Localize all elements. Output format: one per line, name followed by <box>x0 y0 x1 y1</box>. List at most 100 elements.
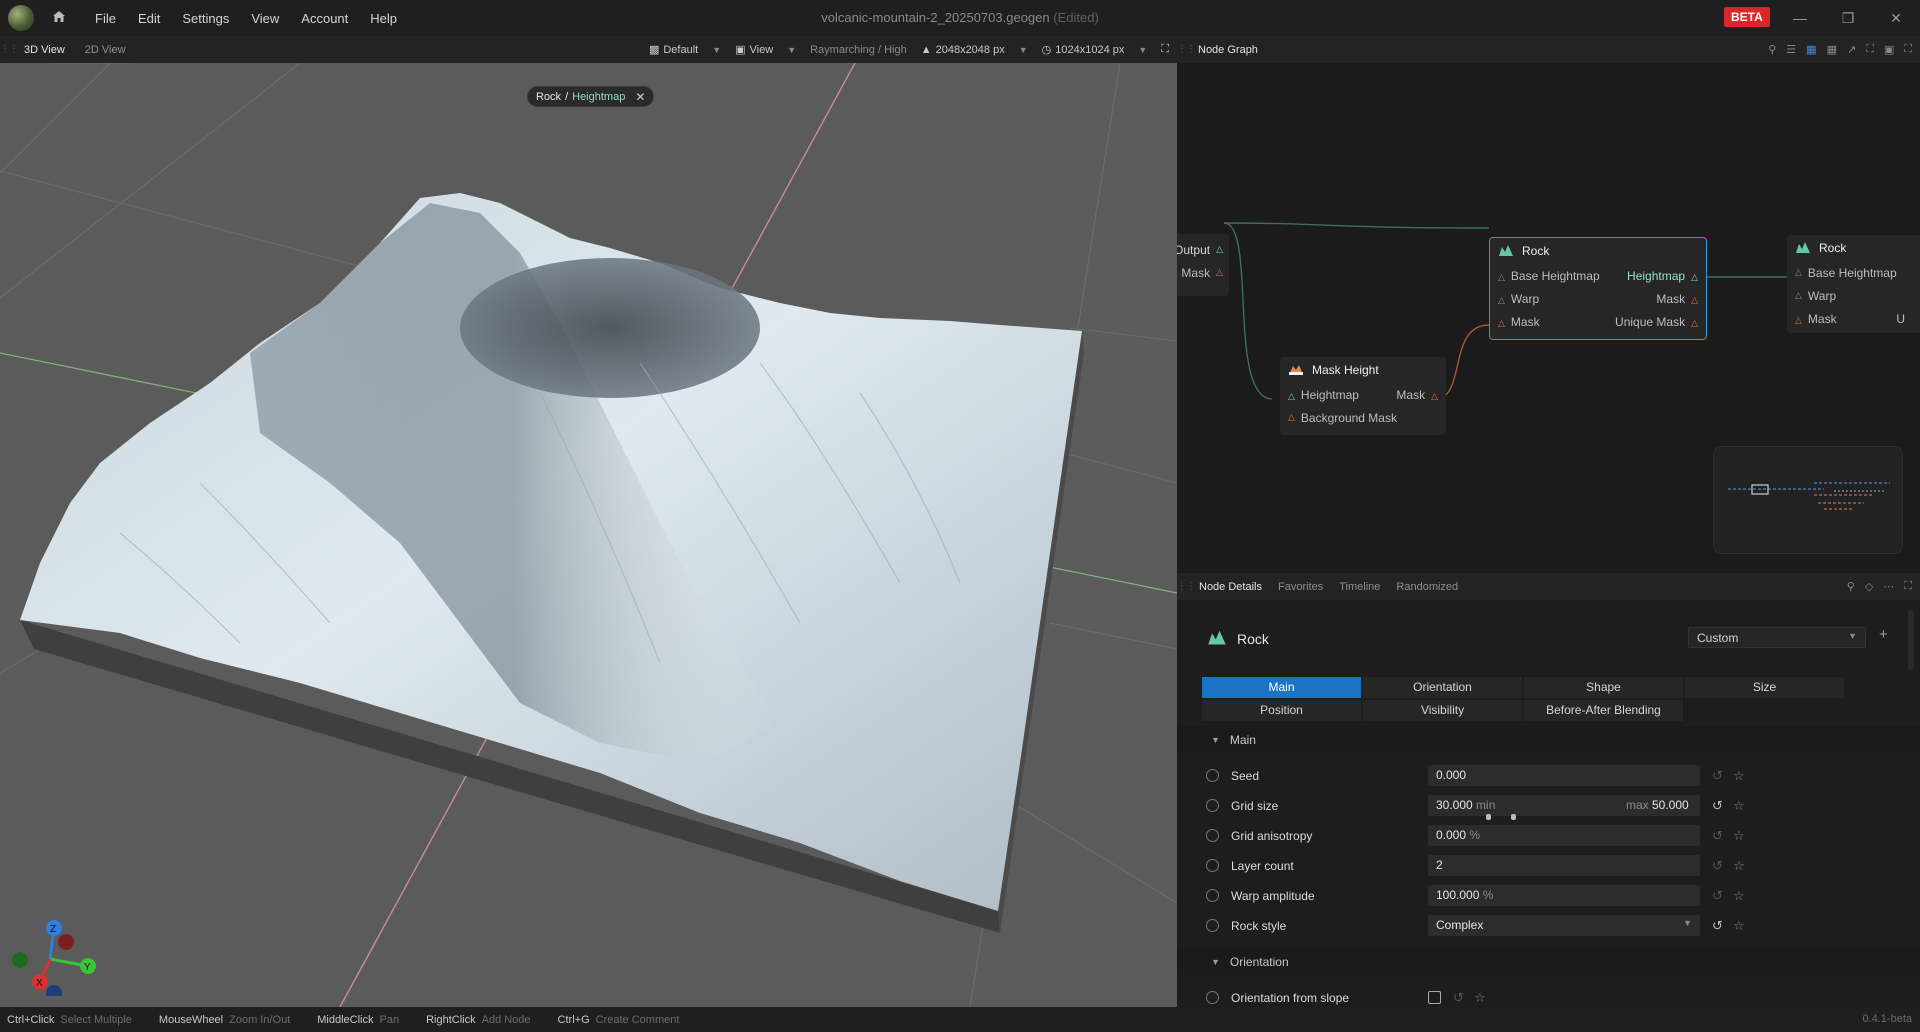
minimize-icon[interactable]: — <box>1786 6 1814 30</box>
reset-icon[interactable]: ↺ <box>1712 858 1723 874</box>
node-rock-selected[interactable]: Rock △ Base Heightmap Heightmap △ △ Warp Ma… <box>1489 237 1707 340</box>
more-icon[interactable]: ⋯ <box>1883 580 1894 593</box>
3d-viewport[interactable]: Rock / Heightmap ✕ Z Y X <box>0 63 1177 1007</box>
close-icon[interactable]: ✕ <box>1882 6 1910 30</box>
reset-icon[interactable]: ↺ <box>1712 828 1723 844</box>
expose-radio[interactable] <box>1206 829 1219 842</box>
details-scrollbar[interactable] <box>1908 610 1914 670</box>
grid-icon[interactable]: ▦ <box>1827 43 1837 56</box>
layer-count-slider[interactable]: 2 <box>1428 855 1700 876</box>
expose-radio[interactable] <box>1206 799 1219 812</box>
grid-size-range[interactable]: 30.000 min max 50.000 <box>1428 795 1700 816</box>
favorite-star-icon[interactable]: ☆ <box>1733 918 1745 934</box>
port-base-heightmap[interactable]: △ Base Heightmap <box>1787 261 1920 284</box>
fit-view-icon[interactable]: ⛶ <box>1866 43 1874 56</box>
render-mode-label[interactable]: Raymarching / High <box>806 44 911 56</box>
section-orientation[interactable]: ▼ Orientation <box>1177 948 1920 975</box>
port-mask-in[interactable]: △ Mask <box>1795 312 1837 326</box>
tab-favorites[interactable]: Favorites <box>1270 581 1331 593</box>
node-rock-right[interactable]: Rock △ Base Heightmap △ Warp △ Mask U <box>1787 235 1920 333</box>
preset-select[interactable]: Custom ▼ <box>1688 627 1866 648</box>
menu-help[interactable]: Help <box>359 11 408 26</box>
port-mask-out[interactable]: Mask △ <box>1396 388 1438 402</box>
port-unique-mask-out[interactable]: Unique Mask △ <box>1615 315 1698 329</box>
port-base-heightmap[interactable]: △ Base Heightmap <box>1498 269 1600 283</box>
menu-account[interactable]: Account <box>290 11 359 26</box>
fullscreen-icon[interactable]: ⛶ <box>1157 43 1173 56</box>
port-background-mask[interactable]: △ Background Mask <box>1280 406 1446 429</box>
port-mask[interactable]: Mask △ <box>1177 261 1229 284</box>
range-max-handle[interactable] <box>1511 814 1516 820</box>
tab-3d-view[interactable]: 3D View <box>14 44 75 56</box>
list-icon[interactable]: ☰ <box>1786 43 1796 56</box>
tab-timeline[interactable]: Timeline <box>1331 581 1388 593</box>
node-header[interactable]: Rock <box>1490 238 1706 264</box>
favorite-star-icon[interactable]: ☆ <box>1733 798 1745 814</box>
param-tab-main[interactable]: Main <box>1202 677 1361 698</box>
favorite-star-icon[interactable]: ☆ <box>1733 828 1745 844</box>
preset-dropdown[interactable]: ▩ Default ▼ <box>645 43 725 57</box>
resolution-dropdown[interactable]: ▲ 2048x2048 px ▼ <box>917 44 1032 56</box>
favorite-star-icon[interactable]: ☆ <box>1733 768 1745 784</box>
expose-radio[interactable] <box>1206 991 1219 1004</box>
drag-grip-icon[interactable]: ⋮⋮ <box>0 44 19 55</box>
menu-settings[interactable]: Settings <box>171 11 240 26</box>
orientation-from-slope-checkbox[interactable] <box>1428 991 1441 1004</box>
param-tab-orientation[interactable]: Orientation <box>1363 677 1522 698</box>
search-icon[interactable]: ⚲ <box>1847 580 1855 593</box>
node-mask-height[interactable]: Mask Height △ Heightmap Mask △ △ Background… <box>1280 357 1446 435</box>
reset-icon[interactable]: ↺ <box>1712 798 1723 814</box>
tab-node-details[interactable]: Node Details <box>1191 581 1270 593</box>
tab-node-graph[interactable]: Node Graph <box>1191 44 1265 56</box>
favorite-star-icon[interactable]: ☆ <box>1733 858 1745 874</box>
reset-icon[interactable]: ↺ <box>1712 918 1723 934</box>
arrange-icon[interactable]: ↗ <box>1847 43 1856 56</box>
node-output-partial[interactable]: Output △ Mask △ <box>1177 234 1229 296</box>
warp-amplitude-slider[interactable]: 100.000 % <box>1428 885 1700 906</box>
output-breadcrumb[interactable]: Rock / Heightmap ✕ <box>527 86 655 107</box>
menu-file[interactable]: File <box>84 11 127 26</box>
param-tab-position[interactable]: Position <box>1202 700 1361 721</box>
section-main[interactable]: ▼ Main <box>1177 726 1920 753</box>
node-header[interactable]: Rock <box>1787 235 1920 261</box>
drag-grip-icon[interactable]: ⋮⋮ <box>1177 581 1196 592</box>
node-header[interactable]: Mask Height <box>1280 357 1446 383</box>
tab-2d-view[interactable]: 2D View <box>75 44 136 56</box>
port-mask-out[interactable]: Mask △ <box>1656 292 1698 306</box>
rock-style-select[interactable]: Complex ▼ <box>1428 915 1700 936</box>
port-heightmap-out[interactable]: Heightmap △ <box>1627 269 1698 283</box>
fullscreen-icon[interactable]: ⛶ <box>1904 580 1912 593</box>
reset-icon[interactable]: ↺ <box>1453 990 1464 1006</box>
expose-radio[interactable] <box>1206 919 1219 932</box>
fullscreen-icon[interactable]: ⛶ <box>1904 43 1912 56</box>
node-graph-canvas[interactable]: Output △ Mask △ Rock △ Base Heightmap Heigh… <box>1177 63 1920 573</box>
axis-gizmo[interactable]: Z Y X <box>8 916 108 996</box>
port-output[interactable]: Output △ <box>1177 238 1229 261</box>
search-icon[interactable]: ⚲ <box>1768 43 1776 56</box>
reset-icon[interactable]: ↺ <box>1712 768 1723 784</box>
port-warp[interactable]: △ Warp <box>1498 292 1539 306</box>
layout-icon[interactable]: ▦ <box>1806 43 1816 56</box>
restore-icon[interactable]: ❐ <box>1834 6 1862 30</box>
port-warp[interactable]: △ Warp <box>1787 284 1920 307</box>
graph-minimap[interactable] <box>1713 446 1903 554</box>
view-dropdown[interactable]: ▣ View ▼ <box>731 43 800 57</box>
close-icon[interactable]: ✕ <box>635 90 645 104</box>
port-cut-output[interactable]: U <box>1896 312 1905 326</box>
favorite-star-icon[interactable]: ☆ <box>1733 888 1745 904</box>
expose-radio[interactable] <box>1206 859 1219 872</box>
diamond-icon[interactable]: ◇ <box>1865 580 1873 593</box>
snap-icon[interactable]: ▣ <box>1884 43 1894 56</box>
expose-radio[interactable] <box>1206 769 1219 782</box>
port-mask-in[interactable]: △ Mask <box>1498 315 1540 329</box>
param-tab-shape[interactable]: Shape <box>1524 677 1683 698</box>
favorite-star-icon[interactable]: ☆ <box>1474 990 1486 1006</box>
menu-view[interactable]: View <box>240 11 290 26</box>
grid-anisotropy-slider[interactable]: 0.000 % <box>1428 825 1700 846</box>
drag-grip-icon[interactable]: ⋮⋮ <box>1177 44 1196 55</box>
home-icon[interactable] <box>52 10 66 26</box>
menu-edit[interactable]: Edit <box>127 11 171 26</box>
param-tab-visibility[interactable]: Visibility <box>1363 700 1522 721</box>
port-heightmap-in[interactable]: △ Heightmap <box>1288 388 1359 402</box>
tab-randomized[interactable]: Randomized <box>1388 581 1466 593</box>
